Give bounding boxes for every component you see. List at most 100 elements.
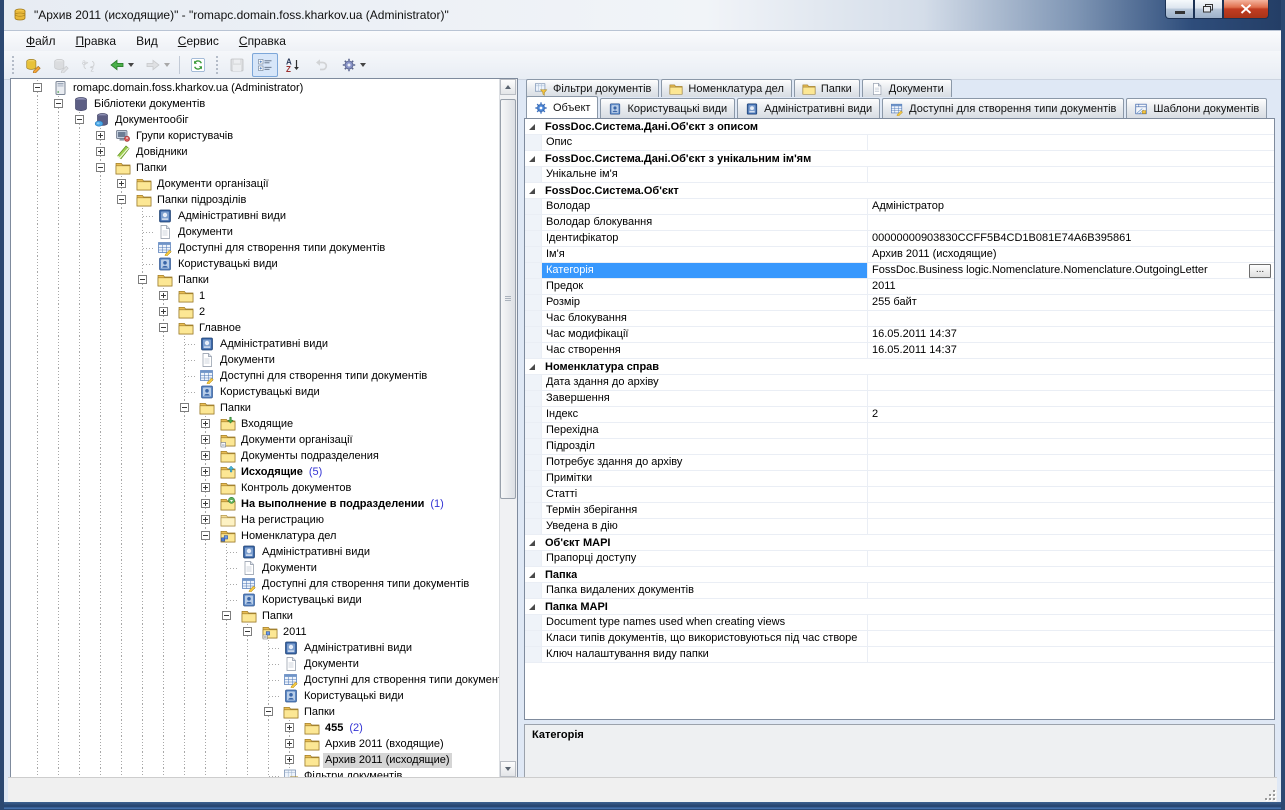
tree-item[interactable]: Бібліотеки документів	[11, 96, 500, 112]
property-name[interactable]: Індекс	[542, 407, 868, 422]
property-name[interactable]: Статті	[542, 487, 868, 502]
property-name[interactable]: Папка видалених документів	[542, 583, 868, 598]
property-name[interactable]: Володар блокування	[542, 215, 868, 230]
tree-item[interactable]: Групи користувачів	[11, 128, 500, 144]
property-row[interactable]: Ім'яАрхив 2011 (исходящие)	[525, 247, 1274, 263]
collapse-toggle[interactable]	[117, 195, 126, 204]
property-row[interactable]: Індекс2	[525, 407, 1274, 423]
expand-toggle[interactable]	[117, 179, 126, 188]
tree-item[interactable]: На регистрацию	[11, 512, 500, 528]
menu-item[interactable]: Вид	[126, 32, 168, 50]
back-button[interactable]	[104, 53, 138, 77]
property-name[interactable]: Володар	[542, 199, 868, 214]
property-group-row[interactable]: Об'єкт MAPI	[525, 535, 1274, 551]
tree-item[interactable]: Довідники	[11, 144, 500, 160]
property-name[interactable]: Прапорці доступу	[542, 551, 868, 566]
tree-item[interactable]: Архив 2011 (входящие)	[11, 736, 500, 752]
property-name[interactable]: Предок	[542, 279, 868, 294]
property-value[interactable]: 2011	[868, 279, 1274, 294]
collapse-toggle[interactable]	[75, 115, 84, 124]
property-row[interactable]: Підрозділ	[525, 439, 1274, 455]
collapse-toggle[interactable]	[222, 611, 231, 620]
expand-toggle[interactable]	[201, 499, 210, 508]
undo-button[interactable]	[308, 53, 334, 77]
property-name[interactable]: Перехідна	[542, 423, 868, 438]
expand-toggle[interactable]	[96, 147, 105, 156]
property-row[interactable]: Примітки	[525, 471, 1274, 487]
property-name[interactable]: Опис	[542, 135, 868, 150]
tree-item[interactable]: Доступні для створення типи документів	[11, 240, 500, 256]
property-row[interactable]: ВолодарАдміністратор	[525, 199, 1274, 215]
tree-item[interactable]: Адміністративні види	[11, 336, 500, 352]
property-name[interactable]: Завершення	[542, 391, 868, 406]
scroll-up-button[interactable]	[500, 79, 516, 95]
property-row[interactable]: Статті	[525, 487, 1274, 503]
property-group-row[interactable]: FossDoc.Система.Дані.Об'єкт з унікальним…	[525, 151, 1274, 167]
collapse-toggle[interactable]	[180, 403, 189, 412]
tree-item[interactable]: 455(2)	[11, 720, 500, 736]
expand-toggle[interactable]	[96, 131, 105, 140]
tree-item[interactable]: Документи	[11, 656, 500, 672]
tab-фільтри-документів[interactable]: Фільтри документів	[526, 79, 659, 97]
restore-button[interactable]	[1194, 0, 1223, 19]
delete-object-button[interactable]	[48, 53, 74, 77]
property-name[interactable]: Розмір	[542, 295, 868, 310]
property-row[interactable]: Класи типів документів, що використовуют…	[525, 631, 1274, 647]
collapse-toggle[interactable]	[138, 275, 147, 284]
collapse-toggle[interactable]	[96, 163, 105, 172]
refresh-button[interactable]	[185, 53, 211, 77]
expand-toggle[interactable]	[285, 755, 294, 764]
property-name[interactable]: Потребує здання до архіву	[542, 455, 868, 470]
tree-item[interactable]: Користувацькі види	[11, 256, 500, 272]
collapse-triangle-icon[interactable]	[529, 540, 535, 546]
collapse-toggle[interactable]	[33, 83, 42, 92]
tree-item[interactable]: Папки	[11, 272, 500, 288]
settings-button[interactable]	[336, 53, 370, 77]
property-row[interactable]: Час модифікації16.05.2011 14:37	[525, 327, 1274, 343]
property-row[interactable]: Опис	[525, 135, 1274, 151]
collapse-toggle[interactable]	[201, 531, 210, 540]
tree-item[interactable]: Папки	[11, 608, 500, 624]
property-name[interactable]: Уведена в дію	[542, 519, 868, 534]
tree-item[interactable]: Документи організації	[11, 176, 500, 192]
expand-toggle[interactable]	[201, 483, 210, 492]
expand-toggle[interactable]	[201, 435, 210, 444]
collapse-toggle[interactable]	[264, 707, 273, 716]
property-value[interactable]: FossDoc.Business logic.Nomenclature.Nome…	[868, 263, 1274, 278]
rename-object-button[interactable]: az	[76, 53, 102, 77]
tree-item[interactable]: Входящие	[11, 416, 500, 432]
forward-button[interactable]	[140, 53, 174, 77]
property-name[interactable]: Примітки	[542, 471, 868, 486]
property-group-row[interactable]: FossDoc.Система.Дані.Об'єкт з описом	[525, 119, 1274, 135]
menu-item[interactable]: Сервис	[168, 32, 229, 50]
tree-item[interactable]: Документи	[11, 352, 500, 368]
property-name[interactable]: Ключ налаштування виду папки	[542, 647, 868, 662]
expand-toggle[interactable]	[201, 515, 210, 524]
collapse-triangle-icon[interactable]	[529, 604, 535, 610]
tree-item[interactable]: Контроль документов	[11, 480, 500, 496]
property-name[interactable]: Час блокування	[542, 311, 868, 326]
property-name[interactable]: Document type names used when creating v…	[542, 615, 868, 630]
tree-item[interactable]: Папки	[11, 704, 500, 720]
property-group-row[interactable]: Папка	[525, 567, 1274, 583]
tree-item[interactable]: Адміністративні види	[11, 208, 500, 224]
tree-item[interactable]: Номенклатура дел	[11, 528, 500, 544]
property-row[interactable]: Дата здання до архіву	[525, 375, 1274, 391]
property-group-row[interactable]: Папка MAPI	[525, 599, 1274, 615]
tree-item[interactable]: Доступні для створення типи документів	[11, 672, 500, 688]
property-row[interactable]: Папка видалених документів	[525, 583, 1274, 599]
property-value[interactable]: 16.05.2011 14:37	[868, 343, 1274, 358]
tree-item[interactable]: На выполнение в подразделении(1)	[11, 496, 500, 512]
scroll-down-button[interactable]	[500, 761, 516, 777]
property-row[interactable]: Потребує здання до архіву	[525, 455, 1274, 471]
property-row[interactable]: Document type names used when creating v…	[525, 615, 1274, 631]
property-row[interactable]: Завершення	[525, 391, 1274, 407]
property-name[interactable]: Ідентифікатор	[542, 231, 868, 246]
property-row[interactable]: Предок2011	[525, 279, 1274, 295]
tab-объект[interactable]: Объект	[526, 96, 598, 118]
property-row[interactable]: Час блокування	[525, 311, 1274, 327]
toolbar-grip[interactable]	[215, 56, 220, 74]
tree-item[interactable]: Исходящие(5)	[11, 464, 500, 480]
property-name[interactable]: Підрозділ	[542, 439, 868, 454]
expand-toggle[interactable]	[201, 467, 210, 476]
